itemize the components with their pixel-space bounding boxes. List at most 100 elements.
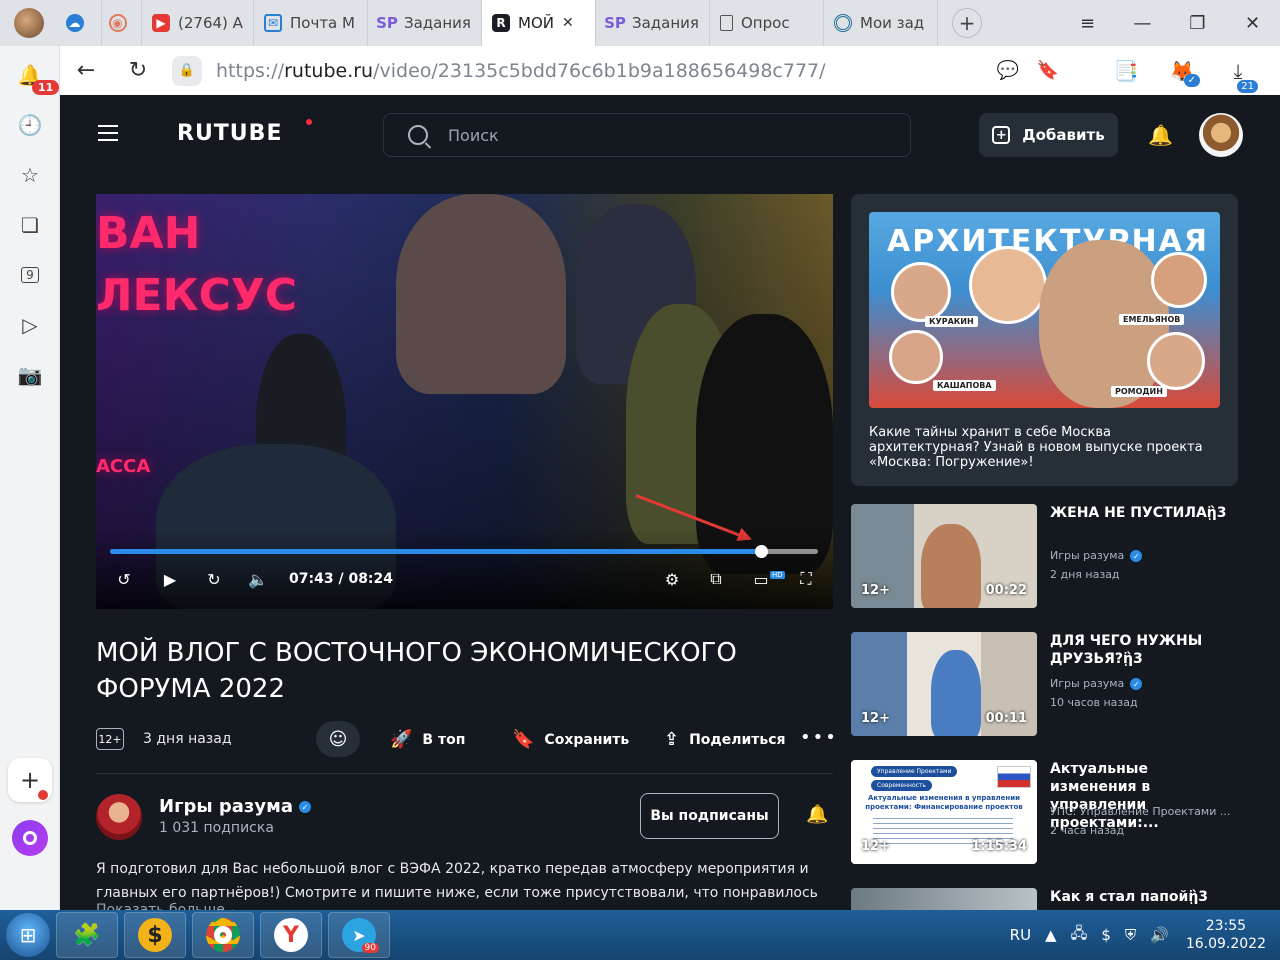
- extension-icon[interactable]: 🦊 ✓: [1154, 59, 1210, 87]
- recommendation-card[interactable]: 12+ 00:11 ДЛЯ ЧЕГО НУЖНЫ ДРУЗЬЯ?ᾒ3 Игры …: [851, 632, 1238, 738]
- subscribed-button[interactable]: Вы подписаны: [640, 793, 779, 839]
- fullscreen-icon[interactable]: ⛶: [794, 567, 818, 591]
- rewind-icon[interactable]: ↺: [112, 567, 136, 591]
- menu-icon[interactable]: [98, 125, 118, 146]
- network-icon[interactable]: 🖧: [1071, 923, 1088, 948]
- share-button[interactable]: ⇪ Поделиться: [664, 729, 786, 750]
- restore-icon[interactable]: ❐: [1170, 13, 1225, 34]
- tab-survey[interactable]: Опрос: [710, 0, 824, 46]
- to-top-button[interactable]: 🚀 В топ: [390, 729, 465, 750]
- minimize-icon[interactable]: —: [1115, 13, 1170, 34]
- recommendation-thumbnail: 12+ 00:11: [851, 632, 1037, 736]
- to-top-label: В топ: [422, 731, 466, 748]
- add-label: Добавить: [1022, 126, 1105, 144]
- promo-card[interactable]: АРХИТЕКТУРНАЯ КУРАКИН ЕМЕЛЬЯНОВ КАШАПОВА…: [851, 194, 1238, 486]
- channel-bell-icon[interactable]: 🔔: [806, 804, 828, 825]
- user-avatar[interactable]: [1199, 113, 1243, 157]
- promo-headline: АРХИТЕКТУРНАЯ: [887, 224, 1209, 259]
- start-button[interactable]: ⊞: [6, 913, 50, 957]
- timecode: 07:43 / 08:24: [289, 571, 394, 587]
- screen-text: АССА: [96, 456, 151, 477]
- nine-icon[interactable]: 9: [15, 260, 45, 290]
- rutube-logo[interactable]: RUTUBE: [177, 121, 282, 146]
- reload-icon[interactable]: ↻: [112, 58, 164, 83]
- volume-icon[interactable]: 🔈: [246, 567, 270, 591]
- taskbar-yandex[interactable]: Y: [260, 912, 322, 958]
- url-path: /video/23135c5bdd76c6b1b9a188656498c777/: [373, 59, 826, 82]
- tab-sp-2[interactable]: SP Задания: [596, 0, 710, 46]
- recommendation-channel: Игры разума ✓: [1050, 677, 1143, 690]
- verified-icon: ✓: [1130, 678, 1143, 690]
- progress-knob[interactable]: [754, 545, 768, 558]
- search-input[interactable]: Поиск: [383, 113, 911, 157]
- duration: 1:15:34: [971, 839, 1027, 854]
- language-indicator[interactable]: RU: [1010, 926, 1031, 944]
- age-rating-badge: 12+: [96, 728, 124, 750]
- tab-youtube[interactable]: ▶ (2764) A: [142, 0, 254, 46]
- rutube-icon: R: [492, 14, 510, 32]
- recommendation-card[interactable]: 12+ 00:22 ЖЕНА НЕ ПУСТИЛАᾒ3 Игры разума ✓…: [851, 504, 1238, 610]
- tab-sp-1[interactable]: SP Задания: [368, 0, 482, 46]
- pip-icon[interactable]: ⧉: [704, 567, 728, 591]
- search-placeholder: Поиск: [448, 125, 499, 145]
- chat-icon[interactable]: 💬: [988, 60, 1028, 81]
- channel-name-link[interactable]: Игры разума ✓: [159, 796, 311, 817]
- recommendation-title: Как я стал папойᾒ3: [1050, 889, 1209, 905]
- screenshot-icon[interactable]: 📷: [15, 360, 45, 390]
- system-clock[interactable]: 23:55 16.09.2022: [1186, 917, 1266, 953]
- play-icon[interactable]: ▶: [158, 567, 182, 591]
- more-options-icon[interactable]: •••: [800, 727, 838, 748]
- tab-rutube-active[interactable]: R МОЙ ✕: [482, 0, 596, 46]
- taskbar-app-1[interactable]: 🧩: [56, 912, 118, 958]
- star-icon[interactable]: ☆: [15, 160, 45, 190]
- taskbar-app-2[interactable]: $: [124, 912, 186, 958]
- recommendation-title: ЖЕНА НЕ ПУСТИЛАᾒ3: [1050, 505, 1227, 521]
- collections-icon[interactable]: 📑: [1098, 59, 1154, 83]
- thumb-heading: Актуальные изменения в управлении проект…: [865, 794, 1023, 811]
- video-player[interactable]: ВАН ЛЕКСУС АССА ↺ ▶ ↻ 🔈 07:43 / 08:24 ⚙ …: [96, 194, 833, 609]
- recommendation-card[interactable]: Управление Проектами Современность Актуа…: [851, 760, 1238, 866]
- back-icon[interactable]: ←: [60, 58, 112, 83]
- tray-expand-icon[interactable]: ▲: [1045, 926, 1057, 944]
- sp-icon: SP: [604, 14, 626, 32]
- duration: 08:24: [348, 571, 394, 587]
- save-button[interactable]: 🔖 Сохранить: [512, 729, 629, 750]
- tab-cloud[interactable]: ☁: [56, 0, 102, 46]
- tabs-icon[interactable]: ❏: [15, 210, 45, 240]
- close-window-icon[interactable]: ✕: [1225, 13, 1280, 34]
- settings-icon[interactable]: ⚙: [660, 567, 684, 591]
- forward-icon[interactable]: ↻: [202, 567, 226, 591]
- profile-avatar[interactable]: [14, 8, 44, 38]
- menu-icon[interactable]: ≡: [1060, 13, 1115, 34]
- tray-coin-icon[interactable]: $: [1101, 926, 1111, 944]
- channel-avatar[interactable]: [96, 794, 142, 840]
- duration: 00:11: [985, 711, 1027, 726]
- close-tab-icon[interactable]: ✕: [562, 15, 574, 31]
- new-tab-button[interactable]: +: [952, 8, 982, 38]
- downloads-badge: 21: [1237, 79, 1258, 93]
- share-label: Поделиться: [689, 731, 786, 748]
- reaction-button[interactable]: ☺: [316, 721, 360, 757]
- bell-icon[interactable]: 🔔: [1148, 123, 1173, 147]
- tab-app[interactable]: ◉: [102, 0, 142, 46]
- theater-icon[interactable]: ▭: [749, 567, 773, 591]
- tab-tasks[interactable]: Мои зад: [824, 0, 938, 46]
- thumb-tag: Управление Проектами: [871, 766, 958, 777]
- progress-bar[interactable]: [110, 545, 818, 558]
- bookmark-icon[interactable]: 🔖: [1028, 60, 1068, 81]
- show-more-link[interactable]: Показать больше: [96, 902, 225, 910]
- subscriber-count: 1 031 подписка: [159, 820, 274, 836]
- add-video-button[interactable]: + Добавить: [979, 113, 1118, 157]
- volume-icon[interactable]: 🔊: [1150, 926, 1169, 944]
- history-icon[interactable]: 🕘: [15, 110, 45, 140]
- tray-shield-icon[interactable]: ⛨: [1125, 926, 1136, 944]
- play-circle-icon[interactable]: ▷: [15, 310, 45, 340]
- tab-mail[interactable]: ✉ Почта М: [254, 0, 368, 46]
- lock-icon[interactable]: 🔒: [172, 55, 202, 86]
- taskbar-telegram[interactable]: ➤ 90: [328, 912, 390, 958]
- address-input[interactable]: https://rutube.ru/video/23135c5bdd76c6b1…: [216, 60, 988, 82]
- recommendation-card[interactable]: Как я стал папойᾒ3: [851, 888, 1238, 910]
- downloads-icon[interactable]: ⤓ 21: [1210, 59, 1266, 93]
- alice-icon[interactable]: [12, 820, 48, 856]
- taskbar-chrome[interactable]: [192, 912, 254, 958]
